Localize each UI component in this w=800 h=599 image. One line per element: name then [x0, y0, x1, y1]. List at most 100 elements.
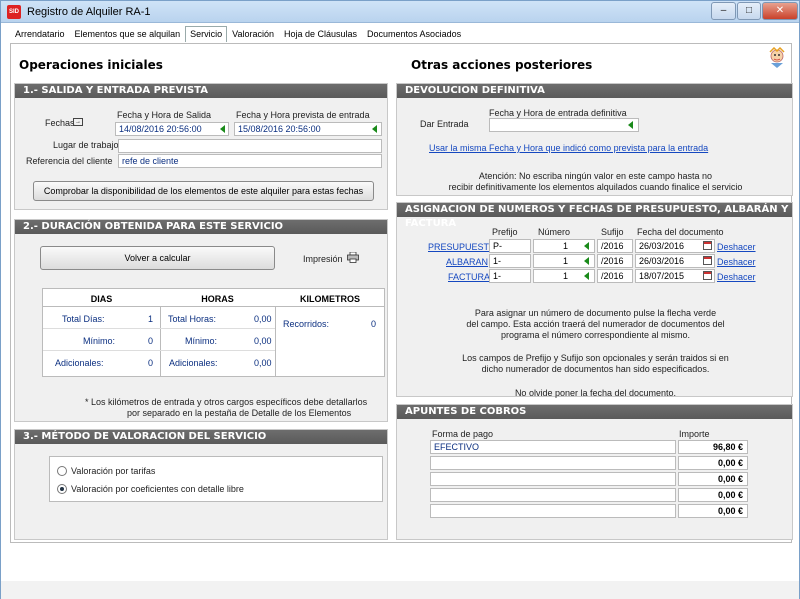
total-horas-label: Total Horas: — [168, 314, 217, 324]
tab-servicio[interactable]: Servicio — [185, 26, 228, 42]
info-line1: Para asignar un número de documento puls… — [474, 308, 717, 318]
factura-calendar-icon[interactable] — [703, 271, 712, 280]
warning-line2: recibir definitivamente los elementos al… — [448, 182, 743, 192]
tab-clausulas[interactable]: Hoja de Cláusulas — [279, 26, 362, 42]
warning-line1: Atención: No escriba ningún valor en est… — [478, 171, 713, 181]
cobro-forma-2[interactable] — [430, 456, 676, 470]
factura-undo-link[interactable]: Deshacer — [717, 272, 756, 282]
printer-icon[interactable] — [347, 251, 359, 263]
presupuesto-undo-link[interactable]: Deshacer — [717, 242, 756, 252]
check-availability-button[interactable]: Comprobar la disponibilidad de los eleme… — [33, 181, 374, 201]
presupuesto-calendar-icon[interactable] — [703, 241, 712, 250]
close-button[interactable]: ✕ — [762, 2, 798, 20]
fecha-col: Fecha del documento — [637, 227, 724, 237]
presupuesto-link[interactable]: PRESUPUESTO — [428, 242, 496, 252]
entrada-col-label: Fecha y Hora prevista de entrada — [236, 110, 370, 120]
salida-header: 1.- SALIDA Y ENTRADA PREVISTA — [15, 84, 387, 98]
lugar-field[interactable] — [118, 139, 382, 153]
factura-link[interactable]: FACTURA — [448, 272, 490, 282]
dar-entrada-label: Dar Entrada — [420, 119, 469, 129]
radio-coeficientes[interactable] — [57, 484, 67, 494]
asignacion-header: ASIGNACION DE NUMEROS Y FECHAS DE PRESUP… — [397, 203, 792, 229]
cobro-importe-3[interactable]: 0,00 € — [678, 472, 748, 486]
salida-datetime-field[interactable]: 14/08/2016 20:56:00 — [115, 122, 229, 136]
impresion-label: Impresión — [303, 254, 343, 264]
cobro-forma-3[interactable] — [430, 472, 676, 486]
duration-table: DIAS HORAS KILOMETROS Total Días: 1 Míni… — [42, 288, 385, 377]
albaran-prefijo[interactable]: 1- — [489, 254, 531, 268]
adicionales-horas-label: Adicionales: — [169, 358, 218, 368]
info-line3: programa el número correspondiente al mi… — [500, 330, 691, 340]
cobros-header: APUNTES DE COBROS — [397, 405, 792, 419]
recorridos-label: Recorridos: — [283, 319, 330, 329]
minimize-button[interactable]: – — [711, 2, 736, 20]
salida-panel: 1.- SALIDA Y ENTRADA PREVISTA Fechas → F… — [14, 83, 388, 210]
presupuesto-arrow-icon[interactable] — [584, 242, 589, 250]
asignacion-panel: ASIGNACION DE NUMEROS Y FECHAS DE PRESUP… — [396, 202, 793, 398]
tab-valoracion[interactable]: Valoración — [227, 26, 279, 42]
minimo-horas-value: 0,00 — [254, 336, 272, 346]
minimo-horas-label: Mínimo: — [185, 336, 218, 346]
total-horas-value: 0,00 — [254, 314, 272, 324]
cobro-importe-4[interactable]: 0,00 € — [678, 488, 748, 502]
option-coeficientes-label[interactable]: Valoración por coeficientes con detalle … — [71, 484, 244, 494]
cobro-importe-1[interactable]: 96,80 € — [678, 440, 748, 454]
servicio-page: Operaciones iniciales Otras acciones pos… — [10, 43, 793, 543]
forma-pago-col: Forma de pago — [432, 429, 494, 439]
cobro-importe-5[interactable]: 0,00 € — [678, 504, 748, 518]
salida-col-label: Fecha y Hora de Salida — [117, 110, 212, 120]
entrada-definitiva-col: Fecha y Hora de entrada definitiva — [489, 108, 627, 118]
maximize-button[interactable]: □ — [737, 2, 761, 20]
adicionales-dias-label: Adicionales: — [55, 358, 104, 368]
salida-arrow-icon[interactable] — [220, 125, 225, 133]
km-note-line1: * Los kilómetros de entrada y otros carg… — [85, 397, 368, 407]
km-note-line2: por separado en la pestaña de Detalle de… — [127, 408, 352, 418]
adicionales-dias-value: 0 — [148, 358, 154, 368]
valoracion-options: Valoración por tarifas Valoración por co… — [49, 456, 383, 502]
albaran-sufijo[interactable]: /2016 — [597, 254, 633, 268]
minimo-dias-value: 0 — [148, 336, 154, 346]
importe-col: Importe — [679, 429, 710, 439]
factura-arrow-icon[interactable] — [584, 272, 589, 280]
lugar-label: Lugar de trabajo — [53, 140, 119, 150]
cobro-importe-2[interactable]: 0,00 € — [678, 456, 748, 470]
tab-elementos[interactable]: Elementos que se alquilan — [70, 26, 186, 42]
right-section-title: Otras acciones posteriores — [411, 58, 593, 72]
referencia-field[interactable]: refe de cliente — [118, 154, 382, 168]
use-same-date-link[interactable]: Usar la misma Fecha y Hora que indicó co… — [429, 143, 708, 153]
factura-prefijo[interactable]: 1- — [489, 269, 531, 283]
arrow-right-icon[interactable]: → — [73, 118, 83, 126]
albaran-arrow-icon[interactable] — [584, 257, 589, 265]
numero-col: Número — [538, 227, 571, 237]
albaran-calendar-icon[interactable] — [703, 256, 712, 265]
cobros-panel: APUNTES DE COBROS Forma de pago Importe … — [396, 404, 793, 540]
recalculate-button[interactable]: Volver a calcular — [40, 246, 275, 270]
km-header: KILOMETROS — [300, 294, 360, 304]
entrada-definitiva-field[interactable] — [489, 118, 639, 132]
albaran-link[interactable]: ALBARAN — [446, 257, 488, 267]
presupuesto-prefijo[interactable]: P- — [489, 239, 531, 253]
albaran-undo-link[interactable]: Deshacer — [717, 257, 756, 267]
entrada-definitiva-arrow-icon[interactable] — [628, 121, 633, 129]
info-line4: Los campos de Prefijo y Sufijo son opcio… — [462, 353, 729, 363]
total-dias-label: Total Días: — [62, 314, 105, 324]
entrada-arrow-icon[interactable] — [372, 125, 377, 133]
cobro-forma-4[interactable] — [430, 488, 676, 502]
sufijo-col: Sufijo — [601, 227, 624, 237]
presupuesto-sufijo[interactable]: /2016 — [597, 239, 633, 253]
radio-tarifas[interactable] — [57, 466, 67, 476]
info-line5: dicho numerador de documentos han sido e… — [481, 364, 710, 374]
entrada-prevista-field[interactable]: 15/08/2016 20:56:00 — [234, 122, 382, 136]
metodo-panel: 3.- MÉTODO DE VALORACION DEL SERVICIO Va… — [14, 429, 388, 540]
mascot-icon — [767, 46, 787, 69]
adicionales-horas-value: 0,00 — [254, 358, 272, 368]
cobro-forma-1[interactable]: EFECTIVO — [430, 440, 676, 454]
dias-header: DIAS — [90, 294, 113, 304]
cobro-forma-5[interactable] — [430, 504, 676, 518]
option-tarifas-label[interactable]: Valoración por tarifas — [71, 466, 155, 476]
tab-documentos[interactable]: Documentos Asociados — [362, 26, 466, 42]
left-section-title: Operaciones iniciales — [19, 58, 163, 72]
factura-sufijo[interactable]: /2016 — [597, 269, 633, 283]
tab-arrendatario[interactable]: Arrendatario — [10, 26, 70, 42]
title-bar: SID Registro de Alquiler RA-1 – □ ✕ — [1, 1, 799, 23]
